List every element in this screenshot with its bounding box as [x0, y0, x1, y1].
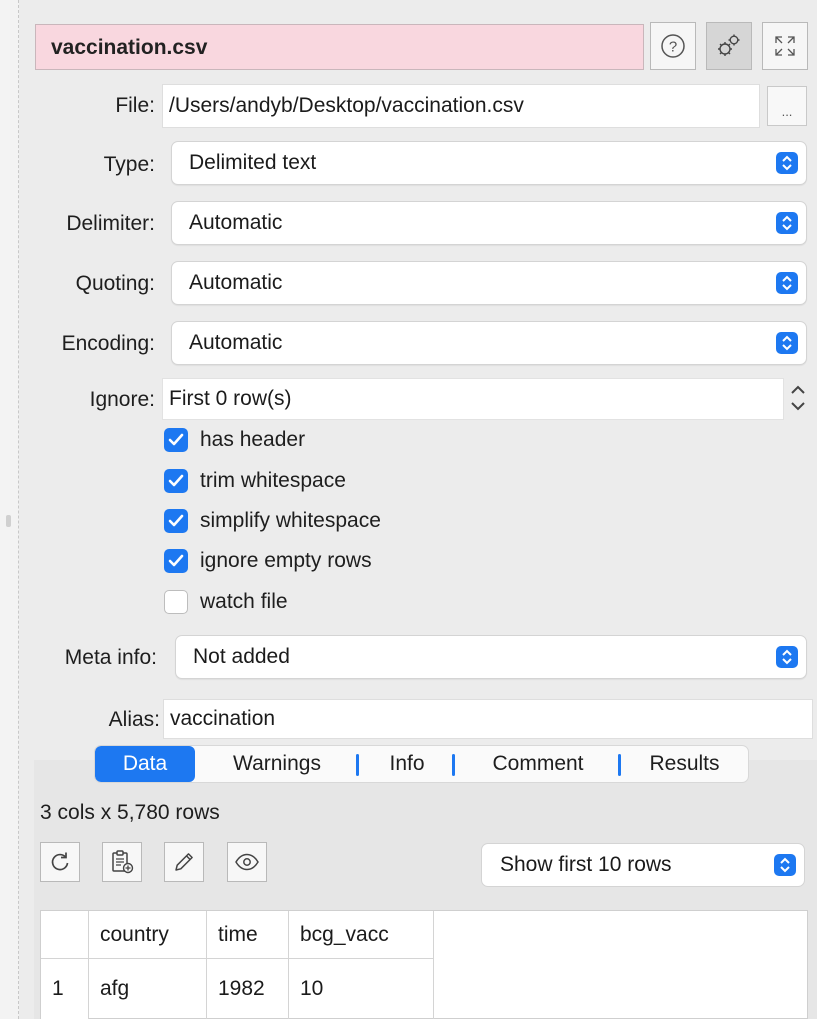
- expand-arrows-icon: [775, 36, 795, 56]
- chevron-updown-icon: [776, 212, 798, 234]
- resize-handle[interactable]: [6, 515, 11, 527]
- watch-file-checkbox[interactable]: [164, 590, 188, 614]
- table-cell: 10: [289, 959, 434, 1019]
- refresh-button[interactable]: [40, 842, 80, 882]
- encoding-select[interactable]: Automatic: [171, 321, 807, 365]
- delimiter-label: Delimiter:: [66, 212, 155, 235]
- column-header[interactable]: time: [207, 911, 289, 959]
- simplify-whitespace-label: simplify whitespace: [200, 509, 381, 532]
- ignore-label: Ignore:: [89, 388, 155, 411]
- alias-label: Alias:: [108, 708, 160, 731]
- dataset-title-text: vaccination.csv: [51, 36, 208, 59]
- row-column-count: 3 cols x 5,780 rows: [40, 801, 220, 824]
- ignore-rows-spinner[interactable]: [787, 381, 809, 415]
- trim-whitespace-label: trim whitespace: [200, 469, 346, 492]
- chevron-updown-icon: [791, 385, 805, 411]
- tab-data[interactable]: Data: [95, 746, 195, 782]
- alias-field[interactable]: vaccination: [163, 699, 813, 739]
- delimiter-select[interactable]: Automatic: [171, 201, 807, 245]
- watch-file-label: watch file: [200, 590, 288, 613]
- show-rows-value: Show first 10 rows: [500, 853, 672, 876]
- expand-button[interactable]: [762, 22, 808, 70]
- quoting-select[interactable]: Automatic: [171, 261, 807, 305]
- ignore-rows-field[interactable]: First 0 row(s): [162, 378, 784, 420]
- chevron-updown-icon: [776, 152, 798, 174]
- chevron-updown-icon: [776, 646, 798, 668]
- delimiter-value: Automatic: [189, 211, 283, 234]
- pencil-icon: [175, 853, 193, 871]
- browse-button[interactable]: ...: [767, 86, 807, 126]
- paste-button[interactable]: [102, 842, 142, 882]
- encoding-value: Automatic: [189, 331, 283, 354]
- encoding-label: Encoding:: [61, 332, 155, 355]
- ignore-empty-rows-label: ignore empty rows: [200, 549, 372, 572]
- window-left-edge: [0, 0, 19, 1019]
- dataset-title[interactable]: vaccination.csv: [35, 24, 644, 70]
- column-header[interactable]: country: [89, 911, 207, 959]
- has-header-checkbox[interactable]: [164, 428, 188, 452]
- ignore-empty-rows-checkbox[interactable]: [164, 549, 188, 573]
- meta-info-select[interactable]: Not added: [175, 635, 807, 679]
- meta-info-label: Meta info:: [64, 646, 157, 669]
- has-header-label: has header: [200, 428, 306, 451]
- svg-text:?: ?: [669, 39, 677, 56]
- type-label: Type:: [103, 153, 155, 176]
- meta-info-value: Not added: [193, 645, 290, 668]
- type-value: Delimited text: [189, 151, 317, 174]
- question-circle-icon: ?: [661, 34, 685, 58]
- file-path-field[interactable]: /Users/andyb/Desktop/vaccination.csv: [162, 84, 760, 128]
- tab-warnings[interactable]: Warnings: [195, 746, 359, 782]
- edit-button[interactable]: [164, 842, 204, 882]
- settings-button[interactable]: [706, 22, 752, 70]
- data-preview-table: country time bcg_vacc 1 afg 1982 10: [40, 910, 808, 1019]
- tab-info[interactable]: Info: [359, 746, 455, 782]
- tab-results[interactable]: Results: [621, 746, 748, 782]
- help-button[interactable]: ?: [650, 22, 696, 70]
- type-select[interactable]: Delimited text: [171, 141, 807, 185]
- row-index-header: [41, 911, 89, 959]
- show-rows-select[interactable]: Show first 10 rows: [481, 843, 805, 887]
- tab-comment[interactable]: Comment: [455, 746, 621, 782]
- preview-button[interactable]: [227, 842, 267, 882]
- chevron-updown-icon: [776, 332, 798, 354]
- refresh-icon: [51, 852, 69, 871]
- simplify-whitespace-checkbox[interactable]: [164, 509, 188, 533]
- gears-icon: [718, 34, 740, 56]
- column-header[interactable]: bcg_vacc: [289, 911, 434, 959]
- data-tabs: Data Warnings Info Comment Results: [94, 745, 749, 783]
- chevron-updown-icon: [776, 272, 798, 294]
- quoting-value: Automatic: [189, 271, 283, 294]
- chevron-updown-icon: [774, 854, 796, 876]
- file-label: File:: [115, 94, 155, 117]
- eye-icon: [235, 853, 259, 871]
- quoting-label: Quoting:: [75, 272, 155, 295]
- trim-whitespace-checkbox[interactable]: [164, 469, 188, 493]
- row-index: 1: [41, 959, 89, 1019]
- clipboard-paste-icon: [112, 850, 134, 874]
- table-cell: 1982: [207, 959, 289, 1019]
- table-cell: afg: [89, 959, 207, 1019]
